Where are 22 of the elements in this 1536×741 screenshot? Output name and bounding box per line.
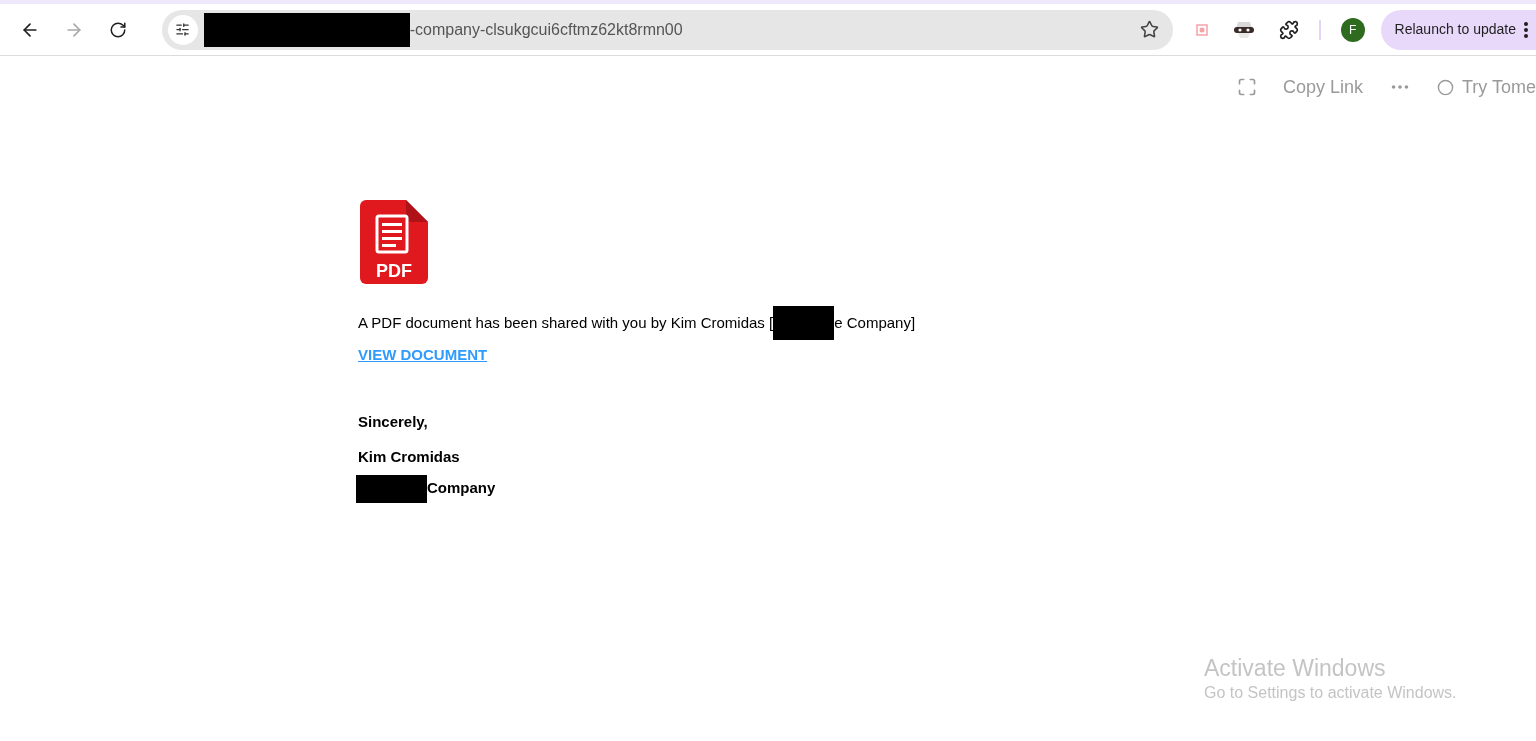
sender-name: Kim Cromidas	[358, 447, 460, 467]
activation-title: Activate Windows	[1204, 654, 1387, 682]
circle-icon	[1437, 78, 1454, 96]
activation-message: Go to Settings to activate Windows.	[1204, 683, 1457, 703]
extensions-puzzle-icon[interactable]	[1278, 19, 1299, 40]
company-text: e Company]	[834, 312, 916, 333]
address-bar[interactable]: -company-clsukgcui6cftmz62kt8rmn00	[161, 9, 1173, 50]
fullscreen-icon[interactable]	[1236, 77, 1257, 97]
mask-icon[interactable]	[1232, 20, 1255, 39]
redaction-bar	[356, 474, 427, 503]
redaction-bar	[773, 306, 835, 340]
site-settings-icon[interactable]	[167, 14, 198, 45]
reload-icon[interactable]	[108, 20, 127, 39]
pdf-file-icon: PDF	[360, 200, 428, 284]
profile-avatar[interactable]: F	[1340, 17, 1365, 42]
more-menu-icon[interactable]	[1524, 21, 1528, 38]
relaunch-button[interactable]: Relaunch to update	[1380, 9, 1536, 50]
shared-message-text: A PDF document has been shared with you by Kim Cromidas [	[358, 312, 774, 333]
company-name: Company	[427, 478, 496, 499]
closing-text: Sincerely,	[358, 411, 428, 432]
bookmark-star-icon[interactable]	[1139, 20, 1159, 39]
url-text: -company-clsukgcui6cftmz62kt8rmn00	[409, 19, 683, 40]
